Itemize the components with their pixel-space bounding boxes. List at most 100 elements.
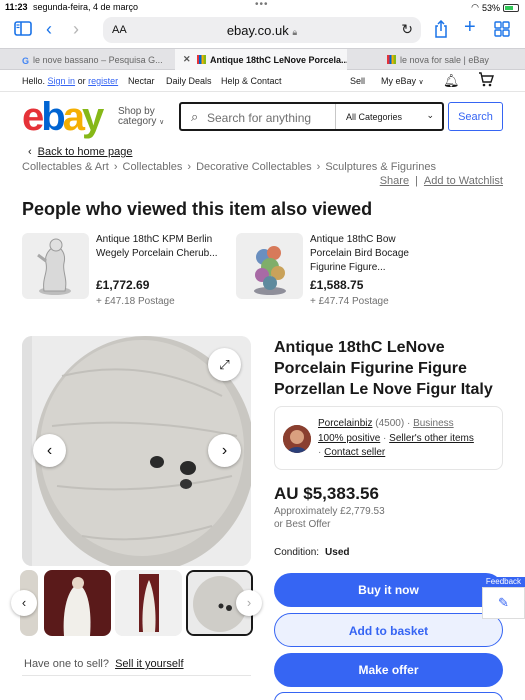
nectar-link[interactable]: Nectar — [128, 76, 155, 86]
shop-by-category-button[interactable]: Shop by category ∨ — [118, 107, 164, 128]
browser-tab-bar: Gle nove bassano – Pesquisa G... ✕ Antiq… — [0, 48, 525, 70]
google-favicon-icon: G — [22, 56, 30, 66]
notification-bell-icon[interactable]: 🔔︎ — [443, 73, 460, 89]
close-tab-icon[interactable]: ✕ — [183, 54, 191, 65]
chevron-down-icon: ∨ — [159, 119, 165, 126]
condition-value: Used — [325, 547, 350, 558]
back-arrow-icon[interactable]: ‹ — [46, 20, 52, 38]
cart-icon[interactable] — [478, 72, 494, 89]
thumbnail[interactable] — [44, 570, 111, 636]
url-text: ebay.co.uk 🔒︎ — [226, 23, 298, 38]
contact-seller-link[interactable]: Contact seller — [324, 447, 385, 458]
status-time: 11:23 — [5, 2, 28, 12]
chevron-down-icon: ∨ — [418, 79, 424, 86]
recommendation-image[interactable] — [22, 233, 89, 299]
gallery-next-button[interactable]: › — [208, 434, 241, 467]
new-tab-icon[interactable]: + — [464, 17, 476, 37]
sell-prompt: Have one to sell? Sell it yourself — [24, 658, 184, 670]
make-offer-button[interactable]: Make offer — [274, 653, 503, 687]
reload-icon[interactable]: ↻ — [401, 21, 413, 38]
daily-deals-link[interactable]: Daily Deals — [166, 76, 212, 86]
recommendation-price: £1,588.75 — [310, 278, 364, 292]
recommendation-card[interactable]: Antique 18thC KPM Berlin Wegely Porcelai… — [22, 233, 232, 311]
register-link[interactable]: register — [88, 76, 118, 86]
recommendation-title[interactable]: Antique 18thC KPM Berlin Wegely Porcelai… — [96, 233, 226, 261]
lock-icon: 🔒︎ — [292, 27, 298, 37]
condition: Condition: Used — [274, 547, 350, 558]
tab-current-listing[interactable]: ✕ Antique 18thC LeNove Porcela... — [175, 49, 347, 70]
forward-arrow-icon[interactable]: › — [73, 20, 79, 38]
status-date: segunda-feira, 4 de março — [33, 2, 139, 12]
address-bar[interactable]: AA ebay.co.uk 🔒︎ ↻ — [103, 17, 421, 43]
recommendation-postage: + £47.18 Postage — [96, 296, 175, 307]
search-input[interactable]: Search for anything — [207, 111, 311, 125]
breadcrumb-item[interactable]: Collectables & Art — [22, 161, 109, 173]
browser-toolbar: ‹ › AA ebay.co.uk 🔒︎ ↻ + — [0, 14, 525, 46]
help-contact-link[interactable]: Help & Contact — [221, 76, 282, 86]
ebay-top-nav: Hello. Sign in or register Nectar Daily … — [0, 70, 525, 92]
breadcrumb-item[interactable]: Sculptures & Figurines — [325, 161, 436, 173]
sidebar-icon[interactable] — [14, 21, 32, 40]
business-seller-link[interactable]: Business — [413, 418, 454, 429]
thumbnails-prev-button[interactable]: ‹ — [11, 590, 37, 616]
ebay-logo[interactable]: ebay — [22, 97, 104, 137]
chevron-left-icon: ‹ — [28, 146, 32, 158]
listing-title: Antique 18thC LeNove Porcelain Figurine … — [274, 339, 493, 398]
share-link[interactable]: Share — [380, 175, 409, 187]
ebay-favicon-icon — [197, 55, 206, 64]
search-button[interactable]: Search — [448, 102, 503, 131]
recommendation-image[interactable] — [236, 233, 303, 299]
feedback-edit-icon: ✎ — [482, 587, 525, 619]
tabs-overview-icon[interactable] — [494, 21, 510, 41]
category-select[interactable]: All Categories ⌄ — [335, 104, 444, 129]
my-ebay-menu[interactable]: My eBay ∨ — [381, 76, 424, 86]
add-to-basket-button[interactable]: Add to basket — [274, 613, 503, 647]
thumbnail-strip: ‹ › — [11, 570, 262, 638]
sell-link[interactable]: Sell — [350, 76, 365, 86]
seller-avatar[interactable] — [283, 425, 311, 453]
buy-it-now-button[interactable]: Buy it now — [274, 573, 503, 607]
feedback-label: Feedback — [482, 577, 525, 587]
greeting: Hello. Sign in or register — [22, 76, 119, 86]
recommendation-price: £1,772.69 — [96, 278, 150, 292]
recommendations-title: People who viewed this item also viewed — [22, 199, 373, 219]
seller-score: (4500) — [375, 418, 405, 429]
best-offer-note: or Best Offer — [274, 519, 331, 530]
seller-name-link[interactable]: Porcelainbiz — [318, 418, 372, 429]
back-to-home-link[interactable]: ‹ Back to home page — [28, 146, 132, 158]
breadcrumb: Collectables & Art › Collectables › Decorati… — [22, 161, 436, 173]
sign-in-link[interactable]: Sign in — [48, 76, 76, 86]
main-product-image[interactable]: ⤢ ‹ › — [22, 336, 251, 566]
chevron-down-icon: ⌄ — [426, 110, 434, 120]
thumbnails-next-button[interactable]: › — [236, 590, 262, 616]
thumbnail[interactable] — [115, 570, 182, 636]
search-icon: ⌕ — [191, 109, 199, 124]
recommendation-card[interactable]: Antique 18thC Bow Porcelain Bird Bocage … — [236, 233, 446, 311]
share-icon[interactable] — [434, 19, 448, 42]
seller-positive-link[interactable]: 100% positive — [318, 433, 380, 444]
search-bar: ⌕ Search for anything All Categories ⌄ — [179, 102, 444, 131]
sell-it-yourself-link[interactable]: Sell it yourself — [115, 658, 183, 670]
recommendation-title[interactable]: Antique 18thC Bow Porcelain Bird Bocage … — [310, 233, 440, 275]
add-to-watchlist-link[interactable]: Add to Watchlist — [424, 175, 503, 187]
seller-card: Porcelainbiz (4500) · Business 100% posi… — [274, 406, 503, 470]
breadcrumb-item[interactable]: Decorative Collectables — [196, 161, 312, 173]
divider — [22, 675, 251, 676]
tab-ebay-results[interactable]: le nova for sale | eBay — [387, 49, 517, 70]
multitask-dots-icon[interactable]: ••• — [255, 0, 269, 10]
tab-google-search[interactable]: Gle nove bassano – Pesquisa G... — [22, 49, 172, 70]
gallery-prev-button[interactable]: ‹ — [33, 434, 66, 467]
feedback-widget[interactable]: Feedback ✎ — [482, 577, 525, 619]
battery-icon — [503, 3, 519, 12]
watchlist-button[interactable] — [274, 692, 503, 700]
status-indicators: ◠ 53% — [471, 2, 519, 13]
expand-icon[interactable]: ⤢ — [208, 348, 241, 381]
breadcrumb-item[interactable]: Collectables — [123, 161, 183, 173]
share-row: Share | Add to Watchlist — [379, 175, 503, 187]
sellers-other-items-link[interactable]: Seller's other items — [389, 433, 474, 444]
approx-price: Approximately £2,779.53 — [274, 506, 385, 517]
listing-price: AU $5,383.56 — [274, 484, 379, 503]
ebay-favicon-icon — [387, 55, 396, 64]
recommendation-postage: + £47.74 Postage — [310, 296, 389, 307]
battery-percent: 53% — [481, 2, 500, 13]
